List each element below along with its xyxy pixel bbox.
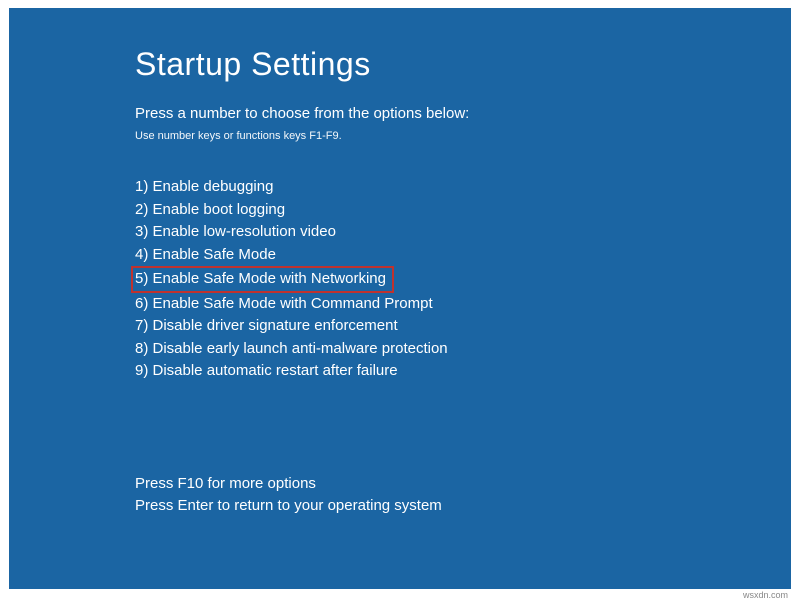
boot-option-6[interactable]: 6) Enable Safe Mode with Command Prompt: [135, 293, 791, 316]
startup-settings-screen: Startup Settings Press a number to choos…: [9, 8, 791, 589]
boot-options-list: 1) Enable debugging2) Enable boot loggin…: [135, 176, 791, 383]
boot-option-5[interactable]: 5) Enable Safe Mode with Networking: [131, 266, 394, 293]
boot-option-1[interactable]: 1) Enable debugging: [135, 176, 791, 199]
footer-more-options: Press F10 for more options: [135, 473, 791, 495]
prompt-text: Press a number to choose from the option…: [135, 105, 791, 122]
page-title: Startup Settings: [135, 46, 791, 83]
hint-text: Use number keys or functions keys F1-F9.: [135, 130, 791, 142]
boot-option-3[interactable]: 3) Enable low-resolution video: [135, 221, 791, 244]
footer-return: Press Enter to return to your operating …: [135, 495, 791, 517]
watermark-text: wsxdn.com: [743, 590, 788, 600]
boot-option-7[interactable]: 7) Disable driver signature enforcement: [135, 315, 791, 338]
boot-option-4[interactable]: 4) Enable Safe Mode: [135, 244, 791, 267]
boot-option-2[interactable]: 2) Enable boot logging: [135, 199, 791, 222]
boot-option-8[interactable]: 8) Disable early launch anti-malware pro…: [135, 338, 791, 361]
boot-option-9[interactable]: 9) Disable automatic restart after failu…: [135, 360, 791, 383]
